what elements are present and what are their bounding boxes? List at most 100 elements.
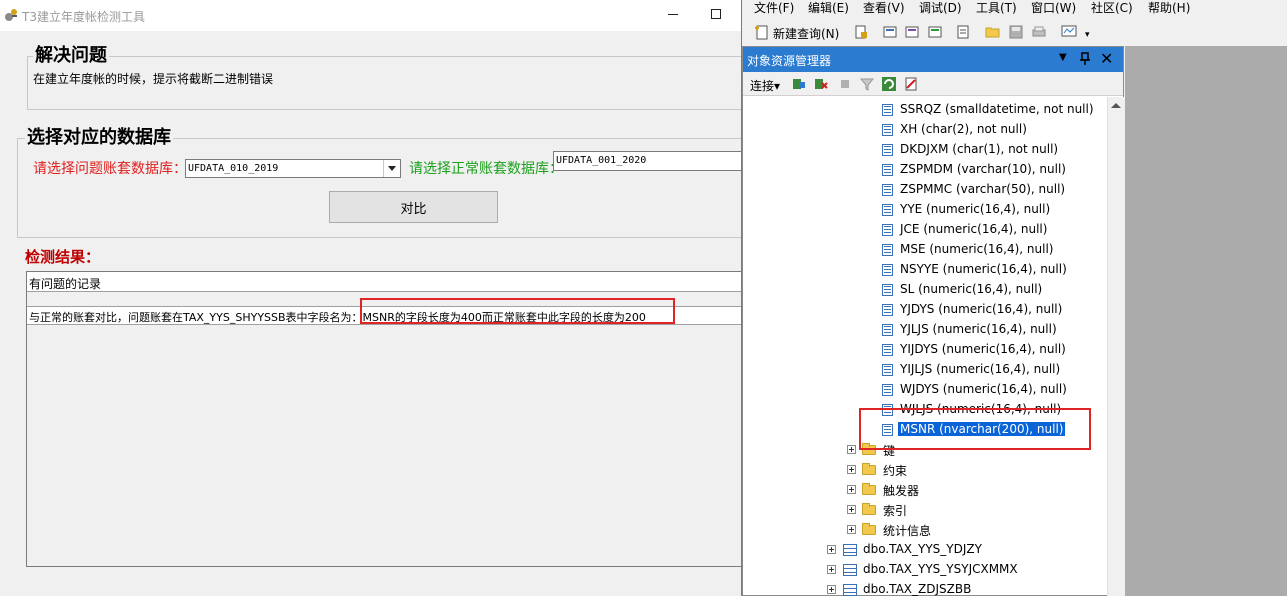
- expand-icon[interactable]: [847, 485, 856, 494]
- column-label: SSRQZ (smalldatetime, not null): [900, 102, 1094, 116]
- normal-db-input[interactable]: UFDATA_001_2020: [553, 151, 741, 171]
- folder-icon: [862, 523, 876, 535]
- expand-icon[interactable]: [827, 585, 836, 594]
- table-label: dbo.TAX_YYS_YDJZY: [863, 542, 982, 556]
- new-query-icon[interactable]: [754, 24, 770, 40]
- connect-icon[interactable]: [791, 76, 807, 92]
- object-explorer-title: 对象资源管理器: [747, 54, 832, 68]
- folder-label: 约束: [883, 464, 908, 478]
- column-label: YJDYS (numeric(16,4), null): [900, 302, 1063, 316]
- column-label: YIJLJS (numeric(16,4), null): [900, 362, 1061, 376]
- menu-edit[interactable]: 编辑(E): [808, 0, 849, 16]
- menu-debug[interactable]: 调试(D): [919, 0, 962, 16]
- ssms-window: 文件(F) 编辑(E) 查看(V) 调试(D) 工具(T) 窗口(W) 社区(C…: [741, 0, 1287, 596]
- table-label: dbo.TAX_YYS_YSYJCXMMX: [863, 562, 1018, 576]
- minimize-icon[interactable]: [668, 14, 678, 15]
- close-icon[interactable]: ✕: [1100, 49, 1113, 68]
- column-label: DKDJXM (char(1), not null): [900, 142, 1059, 156]
- problem-db-label: 请选择问题账套数据库：: [33, 161, 187, 177]
- object-explorer-header: 对象资源管理器 ▼ ✕: [743, 47, 1123, 72]
- column-label: SL (numeric(16,4), null): [900, 282, 1043, 296]
- column-icon: [882, 204, 893, 216]
- expand-icon[interactable]: [847, 505, 856, 514]
- folder-label: 统计信息: [883, 524, 932, 538]
- column-icon: [882, 184, 893, 196]
- combo-dropdown-button[interactable]: [383, 160, 400, 177]
- chevron-down-icon: [388, 166, 396, 171]
- menu-file[interactable]: 文件(F): [754, 0, 794, 16]
- result-header-text: 有问题的记录: [29, 277, 102, 291]
- object-explorer-toolbar: 连接▾: [743, 72, 1123, 96]
- table-icon: [843, 544, 857, 556]
- problem-db-combobox[interactable]: UFDATA_010_2019: [185, 159, 401, 178]
- print-icon[interactable]: [1031, 24, 1047, 40]
- toolbar-overflow-icon[interactable]: ▾: [1085, 30, 1090, 40]
- column-label: YJLJS (numeric(16,4), null): [900, 322, 1057, 336]
- expand-icon[interactable]: [847, 445, 856, 454]
- menu-help[interactable]: 帮助(H): [1148, 0, 1190, 16]
- folder-label: 索引: [883, 504, 908, 518]
- maximize-icon[interactable]: [711, 9, 721, 19]
- menu-window[interactable]: 窗口(W): [1031, 0, 1076, 16]
- column-label: NSYYE (numeric(16,4), null): [900, 262, 1067, 276]
- expand-icon[interactable]: [847, 525, 856, 534]
- window-title: T3建立年度帐检测工具: [22, 10, 145, 24]
- problem-db-value: UFDATA_010_2019: [188, 163, 279, 174]
- result-header-row: 有问题的记录: [27, 272, 742, 292]
- column-label: MSE (numeric(16,4), null): [900, 242, 1054, 256]
- expand-icon[interactable]: [827, 545, 836, 554]
- table-icon: [843, 584, 857, 596]
- pin-icon[interactable]: [1079, 52, 1091, 66]
- menu-tools[interactable]: 工具(T): [976, 0, 1017, 16]
- column-icon: [882, 224, 893, 236]
- column-icon: [882, 164, 893, 176]
- open-folder-icon[interactable]: [985, 24, 1001, 40]
- new-query-button[interactable]: 新建查询(N): [773, 25, 839, 42]
- column-label: WJDYS (numeric(16,4), null): [900, 382, 1067, 396]
- column-icon: [882, 324, 893, 336]
- column-icon: [882, 244, 893, 256]
- column-label: YIJDYS (numeric(16,4), null): [900, 342, 1066, 356]
- dmx-query-icon[interactable]: [927, 24, 943, 40]
- expand-icon[interactable]: [827, 565, 836, 574]
- stop-icon: [841, 80, 849, 88]
- column-icon: [882, 384, 893, 396]
- analysis-query-icon[interactable]: [882, 24, 898, 40]
- refresh-icon[interactable]: [881, 76, 897, 92]
- column-label: JCE (numeric(16,4), null): [900, 222, 1048, 236]
- red-highlight-box-right: [859, 408, 1091, 450]
- column-icon: [882, 364, 893, 376]
- object-explorer-panel: 对象资源管理器 ▼ ✕ 连接▾ SSRQZ (smalldatetime, no…: [742, 46, 1124, 596]
- activity-monitor-icon[interactable]: [1061, 24, 1077, 40]
- disconnect-icon[interactable]: [813, 76, 829, 92]
- scroll-up-icon[interactable]: [1111, 103, 1121, 108]
- connect-button[interactable]: 连接▾: [750, 77, 780, 94]
- column-icon: [882, 344, 893, 356]
- save-icon[interactable]: [1008, 24, 1024, 40]
- normal-db-label: 请选择正常账套数据库：: [409, 161, 563, 177]
- expand-icon[interactable]: [847, 465, 856, 474]
- menu-view[interactable]: 查看(V): [863, 0, 905, 16]
- column-icon: [882, 144, 893, 156]
- document-area: [1125, 46, 1287, 596]
- column-icon: [882, 124, 893, 136]
- script-icon[interactable]: [903, 76, 919, 92]
- column-label: ZSPMMC (varchar(50), null): [900, 182, 1066, 196]
- object-tree[interactable]: SSRQZ (smalldatetime, not null) XH (char…: [743, 97, 1107, 596]
- mdx-query-icon[interactable]: [904, 24, 920, 40]
- result-label: 检测结果：: [25, 248, 101, 266]
- menu-community[interactable]: 社区(C): [1091, 0, 1133, 16]
- column-label: ZSPMDM (varchar(10), null): [900, 162, 1066, 176]
- compare-button[interactable]: 对比: [329, 191, 498, 223]
- column-icon: [882, 304, 893, 316]
- folder-icon: [862, 483, 876, 495]
- xmla-query-icon[interactable]: [955, 24, 971, 40]
- filter-icon[interactable]: [859, 76, 875, 92]
- main-toolbar: 新建查询(N) ▾: [742, 20, 1287, 46]
- tree-scrollbar[interactable]: [1107, 97, 1124, 596]
- column-icon: [882, 264, 893, 276]
- title-bar[interactable]: T3建立年度帐检测工具: [0, 0, 741, 31]
- column-label: XH (char(2), not null): [900, 122, 1027, 136]
- dropdown-icon[interactable]: ▼: [1059, 52, 1067, 63]
- db-engine-query-icon[interactable]: [853, 24, 869, 40]
